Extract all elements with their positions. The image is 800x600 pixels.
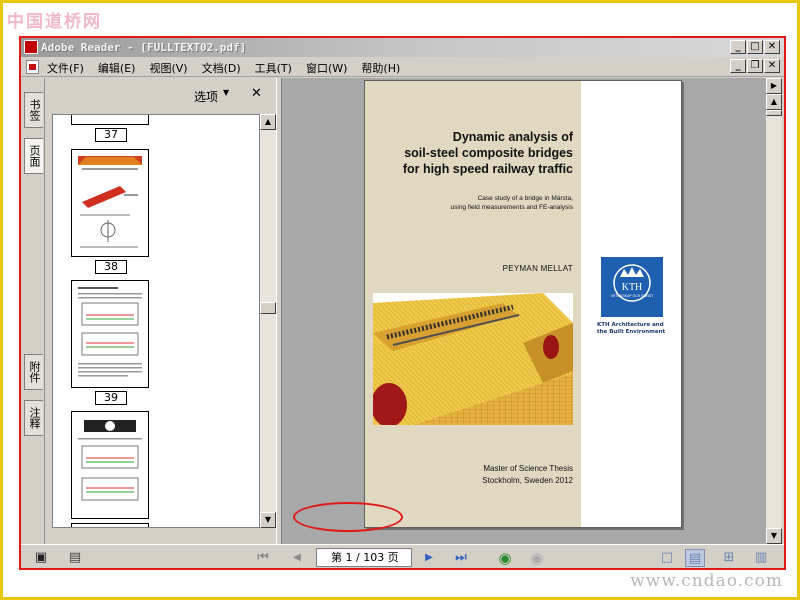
thumbnail-figure: [78, 287, 142, 377]
subtitle-line: using field measurements and FE-analysis: [450, 204, 573, 211]
scrollbar-thumb[interactable]: [766, 110, 782, 116]
menu-items: 文件(F) 编辑(E) 视图(V) 文档(D) 工具(T) 窗口(W) 帮助(H…: [47, 60, 400, 76]
tab-comments[interactable]: 注释: [24, 400, 43, 436]
maximize-button[interactable]: □: [747, 40, 763, 54]
thumbnail-figure: [78, 156, 142, 248]
pages-panel: 选项 ▼ ✕ 37 38 39 ▲ ▼: [46, 78, 276, 544]
fe-mesh-illustration: [373, 293, 573, 425]
kth-caption-line: KTH Architecture and: [597, 322, 664, 328]
kth-caption-line: the Built Environment: [597, 329, 666, 335]
panel-close-icon[interactable]: ✕: [251, 86, 262, 101]
footer-line: Master of Science Thesis: [483, 464, 573, 473]
menu-document[interactable]: 文档(D): [202, 60, 241, 76]
document-view[interactable]: Dynamic analysis of soil-steel composite…: [282, 78, 766, 544]
scroll-up-icon[interactable]: ▶: [766, 78, 782, 94]
tab-attachments[interactable]: 附件: [24, 354, 43, 390]
minimize-button[interactable]: _: [730, 40, 746, 54]
kth-caption: KTH Architecture and the Built Environme…: [597, 322, 665, 336]
kth-logo-motto: VETENSKAP OCH KONST: [611, 294, 655, 298]
site-logo: 中国道桥网: [7, 12, 102, 32]
doc-close-button[interactable]: ✕: [764, 59, 780, 73]
dropdown-arrow-icon[interactable]: ▼: [223, 88, 229, 97]
page-size-icon[interactable]: ▤: [65, 549, 85, 567]
page-thumbnail[interactable]: [71, 411, 149, 519]
footer-line: Stockholm, Sweden 2012: [482, 476, 573, 485]
back-view-icon[interactable]: ◉: [495, 549, 515, 567]
menu-window[interactable]: 窗口(W): [306, 60, 347, 76]
kth-logo: KTH VETENSKAP OCH KONST: [601, 257, 663, 317]
document-controls: _ ❐ ✕: [730, 59, 780, 73]
title-line: soil-steel composite bridges: [404, 146, 573, 160]
facing-pages-icon[interactable]: ⊞: [719, 549, 739, 567]
page-thumbnail[interactable]: [71, 115, 149, 125]
menu-help[interactable]: 帮助(H): [361, 60, 400, 76]
page-number-label: 39: [95, 391, 127, 405]
scroll-up-icon[interactable]: ▲: [260, 114, 276, 130]
tab-bookmarks[interactable]: 书签: [24, 92, 43, 128]
scrollbar-thumb[interactable]: [260, 302, 276, 314]
last-page-button[interactable]: ⏭: [451, 549, 471, 567]
kth-logo-text: KTH: [622, 282, 643, 293]
title-line: Dynamic analysis of: [452, 130, 573, 144]
scroll-down-icon[interactable]: ▼: [766, 528, 782, 544]
previous-page-button[interactable]: ◀: [287, 549, 307, 567]
scroll-down-icon[interactable]: ▼: [260, 512, 276, 528]
document-title: Dynamic analysis of soil-steel composite…: [373, 129, 573, 177]
menu-bar: 文件(F) 编辑(E) 视图(V) 文档(D) 工具(T) 窗口(W) 帮助(H…: [21, 57, 784, 77]
doc-minimize-button[interactable]: _: [730, 59, 746, 73]
page-layout-icon[interactable]: ▣: [31, 549, 51, 567]
next-page-button[interactable]: ▶: [419, 549, 439, 567]
tab-pages[interactable]: 页面: [24, 138, 43, 174]
page-thumbnail[interactable]: [71, 149, 149, 257]
doc-restore-button[interactable]: ❐: [747, 59, 763, 73]
page-number-label: 38: [95, 260, 127, 274]
page-thumbnail[interactable]: [71, 523, 149, 527]
site-watermark: www.cndao.com: [630, 571, 783, 591]
single-page-icon[interactable]: □: [657, 549, 677, 567]
adobe-reader-icon: [24, 40, 38, 54]
first-page-button[interactable]: ⏮: [253, 549, 273, 567]
window-title: Adobe Reader - [FULLTEXT02.pdf]: [41, 41, 247, 54]
document-author: PEYMAN MELLAT: [502, 264, 573, 273]
page-number-input[interactable]: 第 1 / 103 页: [316, 548, 412, 567]
thumbnail-scrollbar[interactable]: ▲ ▼: [260, 114, 276, 528]
page-thumbnail[interactable]: [71, 280, 149, 388]
continuous-page-icon[interactable]: ▤: [685, 549, 705, 567]
scroll-up-icon[interactable]: ▲: [766, 94, 782, 110]
menu-view[interactable]: 视图(V): [149, 60, 187, 76]
fe-model-image: [373, 293, 573, 425]
subtitle-line: Case study of a bridge in Märsta,: [477, 195, 573, 202]
page-thumbnails: 37 38 39: [52, 114, 260, 528]
document-scrollbar[interactable]: ▶ ▲ ▼: [766, 78, 782, 544]
title-bar: Adobe Reader - [FULLTEXT02.pdf] _ □ ✕: [21, 38, 784, 57]
pdf-page: Dynamic analysis of soil-steel composite…: [364, 80, 682, 528]
close-button[interactable]: ✕: [764, 40, 780, 54]
menu-edit[interactable]: 编辑(E): [98, 60, 136, 76]
highlight-ellipse: [293, 502, 403, 532]
page-number-label: 37: [95, 128, 127, 142]
window-controls: _ □ ✕: [730, 40, 780, 54]
status-bar: ▣ ▤ ⏮ ◀ 第 1 / 103 页 ▶ ⏭ ◉ ◉ □ ▤ ⊞ ▥: [21, 544, 784, 568]
document-footer: Master of Science Thesis Stockholm, Swed…: [373, 463, 573, 487]
forward-view-icon[interactable]: ◉: [527, 549, 547, 567]
document-subtitle: Case study of a bridge in Märsta, using …: [373, 194, 573, 212]
adobe-reader-window: Adobe Reader - [FULLTEXT02.pdf] _ □ ✕ 文件…: [19, 36, 786, 570]
pages-panel-header: 选项 ▼ ✕: [46, 78, 276, 112]
menu-tools[interactable]: 工具(T): [255, 60, 292, 76]
kth-crown-icon: KTH VETENSKAP OCH KONST: [611, 264, 655, 302]
title-line: for high speed railway traffic: [402, 162, 573, 176]
menu-file[interactable]: 文件(F): [47, 60, 84, 76]
continuous-facing-icon[interactable]: ▥: [751, 549, 771, 567]
options-button[interactable]: 选项: [194, 88, 218, 105]
screenshot-frame: 中国道桥网 Adobe Reader - [FULLTEXT02.pdf] _ …: [0, 0, 800, 600]
document-icon: [26, 60, 39, 74]
thumbnail-figure: [78, 420, 142, 501]
navigation-rail: 书签 页面 附件 注释: [21, 78, 45, 544]
